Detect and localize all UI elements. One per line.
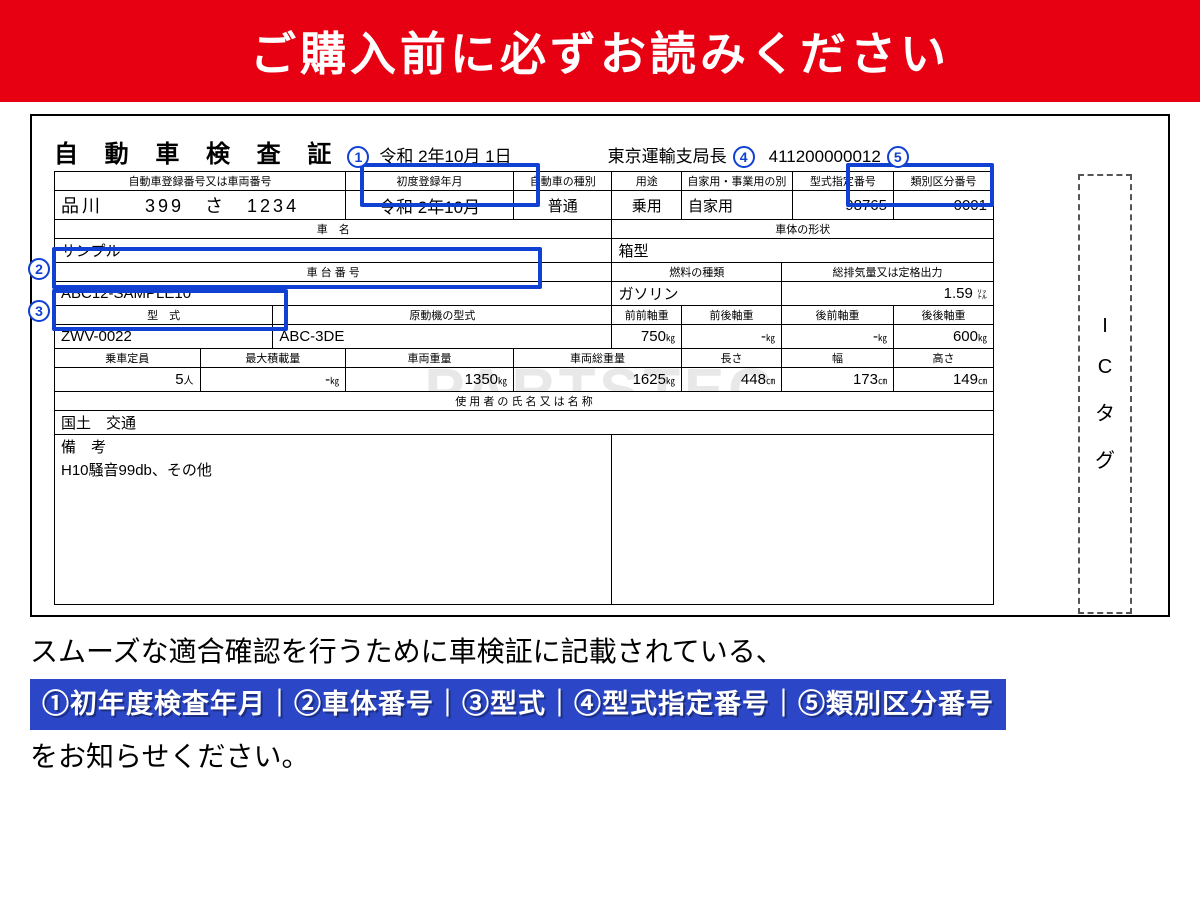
badge-1-icon: 1: [347, 146, 369, 168]
h-load: 最大積載量: [200, 349, 346, 368]
ic-tag-box: I C タ グ: [1078, 174, 1132, 614]
v-private: 自家用: [681, 191, 792, 220]
badge-4-icon: 4: [733, 146, 755, 168]
ic-tag-label: I: [1102, 315, 1108, 338]
badge-3-icon: 3: [28, 300, 50, 322]
certificate-frame: PARTSTEC 自 動 車 検 査 証 1 令和 2年10月 1日 東京運輸支…: [30, 114, 1170, 617]
h-private: 自家用・事業用の別: [681, 172, 792, 191]
v-fuel: ガソリン: [612, 282, 782, 306]
v-weight: 1350㎏: [346, 368, 514, 392]
h-shape: 車体の形状: [612, 220, 994, 239]
h-rear-axle: 後後軸重: [894, 306, 994, 325]
v-gross: 1625㎏: [514, 368, 682, 392]
h-use: 用途: [612, 172, 682, 191]
v-displacement: 1.59 ㍑: [781, 282, 993, 306]
h-length: 長さ: [681, 349, 781, 368]
v-remarks: 備 考 H10騒音99db、その他: [55, 435, 612, 605]
highlight-box-1: [360, 163, 540, 207]
v-axle2: -㎏: [681, 325, 781, 349]
v-width: 173㎝: [781, 368, 893, 392]
v-user: 国土 交通: [55, 411, 994, 435]
footer-highlight: ①初年度検査年月｜②車体番号｜③型式｜④型式指定番号｜⑤類別区分番号: [30, 679, 1006, 730]
h-axle2: 前後軸重: [681, 306, 781, 325]
h-displacement: 総排気量又は定格出力: [781, 263, 993, 282]
footer-line1: スムーズな適合確認を行うために車検証に記載されている、: [30, 631, 1170, 673]
v-front-axle: 750㎏: [612, 325, 682, 349]
badge-5-icon: 5: [887, 146, 909, 168]
h-fuel: 燃料の種類: [612, 263, 782, 282]
badge-2-icon: 2: [28, 258, 50, 280]
header-banner: ご購入前に必ずお読みください: [0, 0, 1200, 102]
v-capacity: 5人: [55, 368, 201, 392]
h-user: 使 用 者 の 氏 名 又 は 名 称: [55, 392, 994, 411]
remarks-right: [612, 435, 994, 605]
v-height: 149㎝: [894, 368, 994, 392]
footer-text: スムーズな適合確認を行うために車検証に記載されている、 ①初年度検査年月｜②車体…: [30, 631, 1170, 778]
highlight-box-2: [52, 247, 542, 289]
footer-line3: をお知らせください。: [30, 736, 1170, 778]
highlight-box-4-5: [846, 163, 994, 207]
v-engine: ABC-3DE: [273, 325, 612, 349]
highlight-box-3: [52, 289, 288, 331]
badge-3-pos: 3: [28, 300, 50, 322]
h-plate: 自動車登録番号又は車両番号: [55, 172, 346, 191]
h-engine: 原動機の型式: [273, 306, 612, 325]
h-gross: 車両総重量: [514, 349, 682, 368]
certificate-title: 自 動 車 検 査 証: [54, 134, 341, 169]
badge-2-pos: 2: [28, 258, 50, 280]
v-length: 448㎝: [681, 368, 781, 392]
v-shape: 箱型: [612, 239, 994, 263]
certificate-table: 自動車登録番号又は車両番号 初度登録年月 自動車の種別 用途 自家用・事業用の別…: [54, 171, 994, 605]
v-use: 乗用: [612, 191, 682, 220]
v-plate: 品川 399 さ 1234: [55, 191, 346, 220]
v-rear-axle: 600㎏: [894, 325, 994, 349]
h-capacity: 乗車定員: [55, 349, 201, 368]
certificate: 自 動 車 検 査 証 1 令和 2年10月 1日 東京運輸支局長 4 4112…: [54, 134, 1146, 605]
issuer: 東京運輸支局長: [608, 142, 727, 167]
h-front-axle: 前前軸重: [612, 306, 682, 325]
h-axle3: 後前軸重: [781, 306, 893, 325]
h-width: 幅: [781, 349, 893, 368]
h-car-name: 車 名: [55, 220, 612, 239]
h-height: 高さ: [894, 349, 994, 368]
h-weight: 車両重量: [346, 349, 514, 368]
v-load: -㎏: [200, 368, 346, 392]
v-axle3: -㎏: [781, 325, 893, 349]
